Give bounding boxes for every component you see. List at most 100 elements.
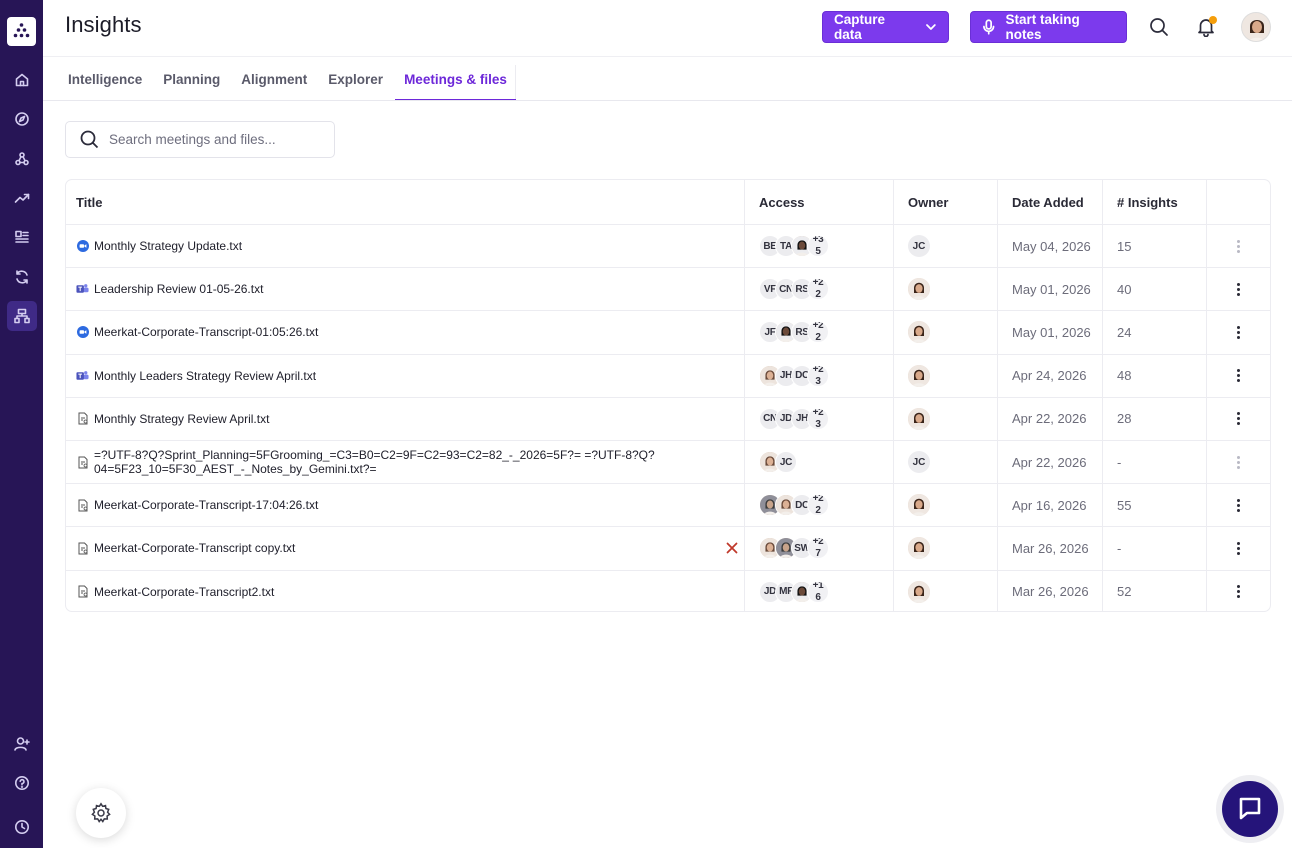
more-members-count[interactable]: +1 6 bbox=[807, 580, 829, 603]
access-avatars[interactable]: VF CN RS +2 2 bbox=[759, 268, 899, 310]
file-title-cell[interactable]: Meerkat-Corporate-Transcript-17:04:26.tx… bbox=[76, 484, 744, 526]
row-menu-button[interactable] bbox=[1228, 527, 1248, 569]
sidebar-item-history[interactable] bbox=[7, 812, 37, 842]
owner-avatar[interactable] bbox=[908, 321, 930, 344]
sidebar-item-help[interactable] bbox=[7, 768, 37, 798]
chevron-down-icon bbox=[926, 24, 936, 30]
user-avatar[interactable] bbox=[1241, 12, 1271, 42]
row-menu-button[interactable] bbox=[1228, 355, 1248, 397]
more-count-top: +2 bbox=[812, 407, 824, 418]
file-title-cell[interactable]: Meerkat-Corporate-Transcript-01:05:26.tx… bbox=[76, 311, 744, 353]
file-source-icon bbox=[76, 585, 89, 598]
sidebar-item-home[interactable] bbox=[7, 65, 37, 95]
row-menu-button[interactable] bbox=[1228, 484, 1248, 526]
row-menu-button[interactable] bbox=[1228, 571, 1248, 611]
more-members-count[interactable]: +2 2 bbox=[807, 494, 829, 517]
file-title-cell[interactable]: Leadership Review 01-05-26.txt bbox=[76, 268, 744, 310]
more-members-count[interactable]: +2 2 bbox=[807, 321, 829, 344]
sidebar-item-network[interactable] bbox=[7, 144, 37, 174]
sidebar bbox=[0, 0, 43, 848]
file-title: Meerkat-Corporate-Transcript2.txt bbox=[94, 585, 274, 599]
column-header-date-added[interactable]: Date Added bbox=[1012, 180, 1112, 224]
row-menu-button[interactable] bbox=[1228, 268, 1248, 310]
more-count-bottom: 5 bbox=[815, 246, 821, 258]
sidebar-item-explore[interactable] bbox=[7, 104, 37, 134]
more-vertical-icon bbox=[1236, 585, 1240, 599]
table-row[interactable]: =?UTF-8?Q?Sprint_Planning=5FGrooming_=C3… bbox=[66, 440, 1270, 483]
row-menu-button[interactable] bbox=[1228, 398, 1248, 440]
tab-meetings-files[interactable]: Meetings & files bbox=[394, 57, 517, 101]
access-avatars[interactable]: DC +2 2 bbox=[759, 484, 899, 526]
sidebar-item-add-user[interactable] bbox=[7, 729, 37, 759]
access-avatars[interactable]: JC bbox=[759, 441, 899, 483]
sidebar-item-meetings[interactable] bbox=[7, 301, 37, 331]
access-avatars[interactable]: JD MF +1 6 bbox=[759, 571, 899, 611]
more-members-count[interactable]: +3 5 bbox=[807, 235, 829, 258]
owner-avatar[interactable] bbox=[908, 537, 930, 560]
column-header-owner[interactable]: Owner bbox=[908, 180, 1008, 224]
owner-avatar-initials[interactable]: JC bbox=[908, 451, 930, 474]
sidebar-item-sync[interactable] bbox=[7, 262, 37, 292]
row-menu-button[interactable] bbox=[1228, 441, 1248, 483]
access-avatars[interactable]: SW +2 7 bbox=[759, 527, 899, 569]
owner-avatar-initials[interactable]: JC bbox=[908, 235, 930, 258]
chat-button[interactable] bbox=[1222, 781, 1278, 837]
file-title-cell[interactable]: Monthly Strategy Update.txt bbox=[76, 225, 744, 267]
file-title-line: Monthly Leaders Strategy Review April.tx… bbox=[94, 368, 317, 383]
person-photo-icon bbox=[908, 580, 930, 603]
table-row[interactable]: Monthly Strategy Review April.txt CN JD JH +… bbox=[66, 396, 1270, 440]
owner-avatar[interactable] bbox=[908, 494, 930, 517]
notifications-button[interactable] bbox=[1193, 14, 1219, 40]
access-avatars[interactable]: CN JD JH +2 3 bbox=[759, 398, 899, 440]
access-avatars[interactable]: JH DC +2 3 bbox=[759, 355, 899, 397]
sidebar-item-reports[interactable] bbox=[7, 222, 37, 252]
file-title-line: Meerkat-Corporate-Transcript-01:05:26.tx… bbox=[94, 325, 319, 340]
more-members-count[interactable]: +2 3 bbox=[807, 364, 829, 387]
more-members-count[interactable]: +2 3 bbox=[807, 407, 829, 430]
owner-avatar[interactable] bbox=[908, 278, 930, 301]
owner-avatar[interactable] bbox=[908, 580, 930, 603]
teams-icon bbox=[76, 370, 89, 380]
table-row[interactable]: Leadership Review 01-05-26.txt VF CN RS +2 2 M… bbox=[66, 267, 1270, 310]
row-menu-button[interactable] bbox=[1228, 225, 1248, 267]
tab-alignment[interactable]: Alignment bbox=[231, 57, 317, 101]
column-header-access[interactable]: Access bbox=[759, 180, 899, 224]
insights-count: 24 bbox=[1117, 324, 1132, 340]
file-title-cell[interactable]: Monthly Strategy Review April.txt bbox=[76, 398, 744, 440]
trend-up-icon bbox=[14, 193, 30, 203]
app-logo[interactable] bbox=[7, 17, 36, 46]
file-title: Monthly Leaders Strategy Review April.tx… bbox=[94, 369, 316, 383]
more-members-count[interactable]: +2 7 bbox=[807, 537, 829, 560]
access-avatars[interactable]: BE TA +3 5 bbox=[759, 225, 899, 267]
table-row[interactable]: Meerkat-Corporate-Transcript-01:05:26.tx… bbox=[66, 310, 1270, 353]
row-menu-button[interactable] bbox=[1228, 311, 1248, 353]
column-header-insights[interactable]: # Insights bbox=[1117, 180, 1217, 224]
start-taking-notes-button[interactable]: Start taking notes bbox=[970, 11, 1127, 43]
capture-data-button[interactable]: Capture data bbox=[822, 11, 949, 43]
file-title-cell[interactable]: Meerkat-Corporate-Transcript2.txt bbox=[76, 571, 744, 611]
table-row[interactable]: Monthly Strategy Update.txt BE TA +3 5 JC May … bbox=[66, 224, 1270, 267]
owner-avatar[interactable] bbox=[908, 407, 930, 430]
file-title-cell[interactable]: Meerkat-Corporate-Transcript copy.txt bbox=[76, 527, 744, 569]
table-row[interactable]: Meerkat-Corporate-Transcript-17:04:26.tx… bbox=[66, 483, 1270, 526]
tab-planning[interactable]: Planning bbox=[153, 57, 230, 101]
table-row[interactable]: Meerkat-Corporate-Transcript copy.txt SW +… bbox=[66, 526, 1270, 569]
table-row[interactable]: Monthly Leaders Strategy Review April.tx… bbox=[66, 353, 1270, 397]
file-title-cell[interactable]: Monthly Leaders Strategy Review April.tx… bbox=[76, 355, 744, 397]
sidebar-item-trends[interactable] bbox=[7, 183, 37, 213]
file-title: =?UTF-8?Q?Sprint_Planning=5FGrooming_=C3… bbox=[94, 448, 655, 476]
settings-button[interactable] bbox=[76, 788, 126, 838]
insights-count: 55 bbox=[1117, 497, 1132, 513]
column-header-title[interactable]: Title bbox=[76, 180, 744, 224]
access-avatars[interactable]: JF RS +2 2 bbox=[759, 311, 899, 353]
owner-avatar[interactable] bbox=[908, 364, 930, 387]
tab-explorer[interactable]: Explorer bbox=[318, 57, 393, 101]
owner-cell bbox=[908, 527, 1008, 569]
search-input[interactable] bbox=[109, 132, 309, 147]
table-row[interactable]: Meerkat-Corporate-Transcript2.txt JD MF +1 6… bbox=[66, 569, 1270, 611]
file-title-cell[interactable]: =?UTF-8?Q?Sprint_Planning=5FGrooming_=C3… bbox=[76, 441, 744, 483]
remove-icon[interactable] bbox=[726, 527, 738, 569]
tab-intelligence[interactable]: Intelligence bbox=[58, 57, 152, 101]
more-members-count[interactable]: +2 2 bbox=[807, 278, 829, 301]
search-button[interactable] bbox=[1146, 14, 1172, 40]
